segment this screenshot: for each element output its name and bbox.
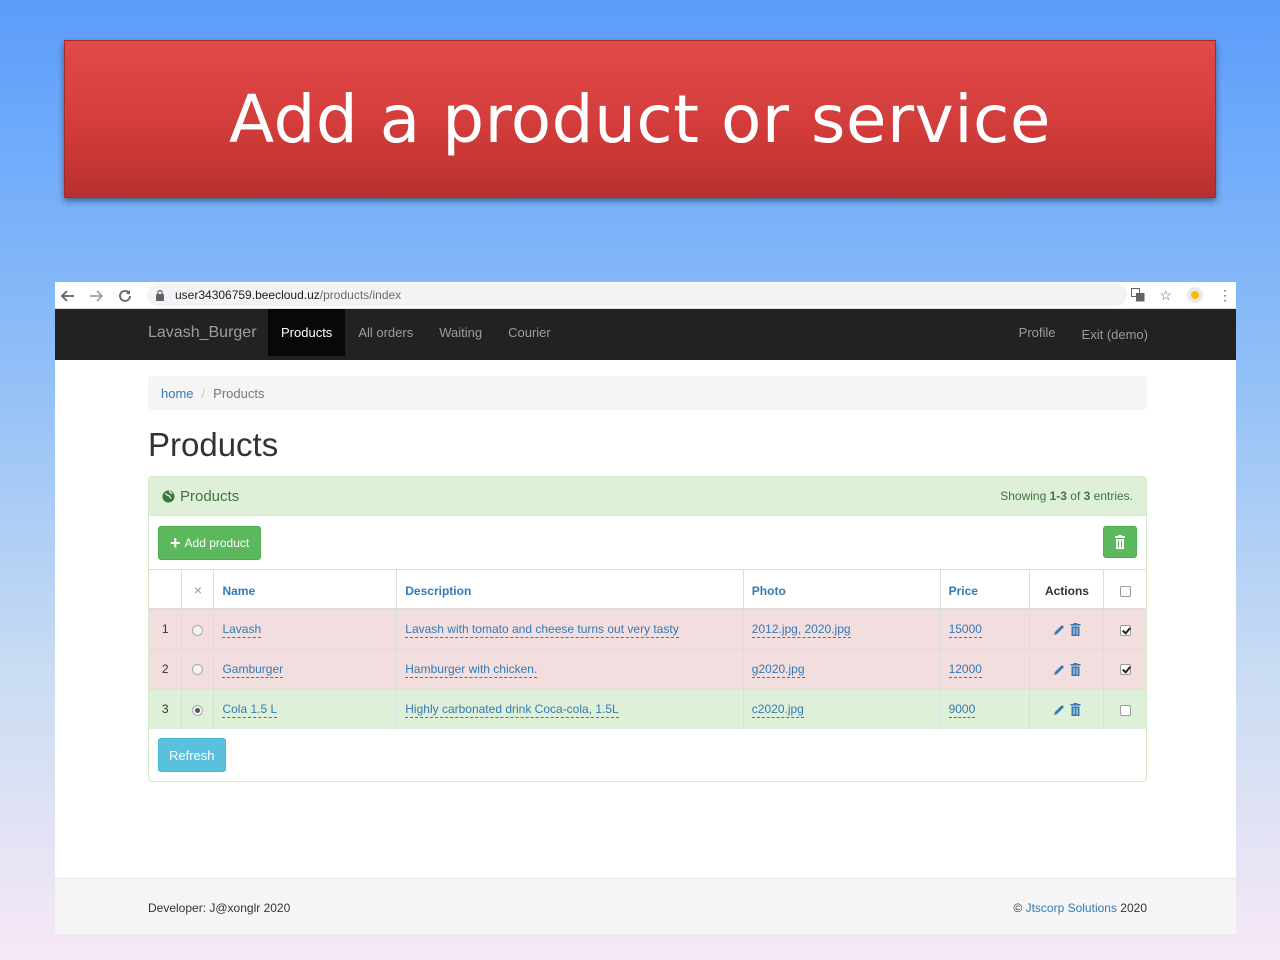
trash-icon[interactable] — [1070, 623, 1081, 637]
cell-name[interactable]: Cola 1.5 L — [222, 702, 278, 719]
row-checkbox[interactable] — [1119, 704, 1131, 716]
copyright-prefix: © — [1013, 901, 1026, 915]
plus-icon: + — [170, 533, 181, 553]
products-table: × Name Description Photo Price Actions 1… — [149, 570, 1146, 729]
bulk-delete-button[interactable] — [1103, 526, 1137, 558]
trash-icon[interactable] — [1070, 703, 1081, 717]
header-photo[interactable]: Photo — [743, 570, 941, 610]
forward-icon[interactable] — [83, 284, 109, 308]
translate-icon[interactable] — [1131, 288, 1145, 302]
header-name[interactable]: Name — [213, 570, 398, 610]
extension-icon[interactable] — [1186, 286, 1204, 304]
cell-price[interactable]: 9000 — [948, 702, 976, 719]
breadcrumb-separator: / — [201, 385, 206, 401]
cell-description[interactable]: Highly carbonated drink Coca-cola, 1.5L — [405, 702, 619, 719]
breadcrumb-home[interactable]: home — [161, 386, 194, 401]
slide-title: Add a product or service — [229, 80, 1051, 158]
entries-summary: Showing 1-3 of 3 entries. — [1000, 489, 1133, 503]
menu-icon[interactable]: ⋮ — [1218, 287, 1232, 304]
cell-photo[interactable]: g2020.jpg — [751, 662, 805, 678]
add-product-button[interactable]: + Add product — [158, 526, 262, 560]
row-radio[interactable] — [192, 704, 204, 716]
cell-name[interactable]: Lavash — [222, 622, 262, 639]
address-bar: user34306759.beecloud.uz/products/index … — [55, 282, 1236, 309]
company-link[interactable]: Jtscorp Solutions — [1026, 901, 1117, 915]
lock-icon — [156, 289, 164, 301]
cell-description[interactable]: Lavash with tomato and cheese turns out … — [405, 622, 679, 639]
header-price[interactable]: Price — [940, 570, 1031, 610]
url-path: /products/index — [319, 288, 402, 302]
cell-photo[interactable]: c2020.jpg — [751, 702, 804, 719]
header-actions: Actions — [1029, 570, 1105, 610]
star-icon[interactable]: ☆ — [1159, 287, 1172, 304]
row-number: 2 — [149, 648, 183, 689]
row-checkbox[interactable] — [1119, 624, 1131, 636]
header-select-all[interactable] — [1103, 570, 1146, 610]
trash-icon[interactable] — [1070, 663, 1081, 677]
back-icon[interactable] — [55, 284, 81, 308]
nav-all-orders[interactable]: All orders — [345, 309, 426, 356]
edit-icon[interactable] — [1053, 663, 1066, 676]
cell-price[interactable]: 15000 — [948, 622, 982, 639]
globe-icon — [162, 489, 175, 503]
trash-icon — [1115, 535, 1125, 549]
table-header-row: × Name Description Photo Price Actions — [149, 570, 1146, 610]
edit-icon[interactable] — [1053, 703, 1066, 716]
table-row: 3 Cola 1.5 L Highly carbonated drink Coc… — [149, 688, 1146, 729]
row-number: 1 — [149, 608, 183, 649]
row-number: 3 — [149, 688, 183, 729]
navbar: Lavash_Burger Products All orders Waitin… — [55, 309, 1236, 360]
row-checkbox[interactable] — [1119, 664, 1131, 676]
table-row: 2 Gamburger Hamburger with chicken. g202… — [149, 648, 1146, 689]
panel-heading: Products Showing 1-3 of 3 entries. — [149, 477, 1146, 516]
breadcrumb: home / Products — [148, 376, 1147, 410]
nav-exit[interactable]: Exit (demo) — [1082, 311, 1148, 358]
url-field[interactable]: user34306759.beecloud.uz/products/index — [147, 284, 1127, 306]
panel-title: Products — [180, 487, 240, 505]
products-panel: Products Showing 1-3 of 3 entries. + Add… — [148, 476, 1147, 782]
cell-price[interactable]: 12000 — [948, 662, 982, 678]
summary-prefix: Showing — [1000, 489, 1050, 503]
reload-icon[interactable] — [112, 284, 138, 308]
refresh-button[interactable]: Refresh — [158, 738, 226, 772]
nav-courier[interactable]: Courier — [495, 309, 564, 356]
copyright-year: 2020 — [1116, 901, 1147, 915]
nav-products[interactable]: Products — [268, 309, 346, 356]
navbar-brand[interactable]: Lavash_Burger — [148, 324, 257, 342]
developer-credit: Developer: J@xonglr 2020 — [148, 901, 291, 915]
row-radio[interactable] — [192, 664, 204, 676]
breadcrumb-current: Products — [213, 385, 265, 401]
page-title: Products — [148, 426, 279, 463]
nav-profile[interactable]: Profile — [1019, 309, 1056, 356]
copyright: © Jtscorp Solutions 2020 — [1013, 901, 1147, 915]
cell-photo[interactable]: 2012.jpg, 2020.jpg — [751, 622, 851, 639]
browser-window: user34306759.beecloud.uz/products/index … — [55, 282, 1236, 934]
header-description[interactable]: Description — [396, 570, 744, 610]
site-footer: Developer: J@xonglr 2020 © Jtscorp Solut… — [55, 878, 1236, 934]
cell-description[interactable]: Hamburger with chicken. — [405, 662, 538, 678]
header-clear[interactable]: × — [181, 570, 215, 610]
slide-banner: Add a product or service — [64, 40, 1216, 198]
cell-name[interactable]: Gamburger — [222, 662, 284, 678]
panel-toolbar: + Add product — [149, 516, 1146, 570]
summary-of: of — [1066, 489, 1084, 503]
summary-suffix: entries. — [1090, 489, 1133, 503]
url-host: user34306759.beecloud.uz — [175, 288, 320, 302]
summary-range: 1-3 — [1049, 489, 1067, 503]
nav-waiting[interactable]: Waiting — [426, 309, 495, 356]
select-all-checkbox[interactable] — [1119, 586, 1131, 598]
edit-icon[interactable] — [1053, 623, 1066, 636]
row-radio[interactable] — [192, 624, 204, 636]
table-row: 1 Lavash Lavash with tomato and cheese t… — [149, 608, 1146, 649]
add-product-label: Add product — [184, 536, 250, 550]
header-number — [149, 570, 183, 610]
